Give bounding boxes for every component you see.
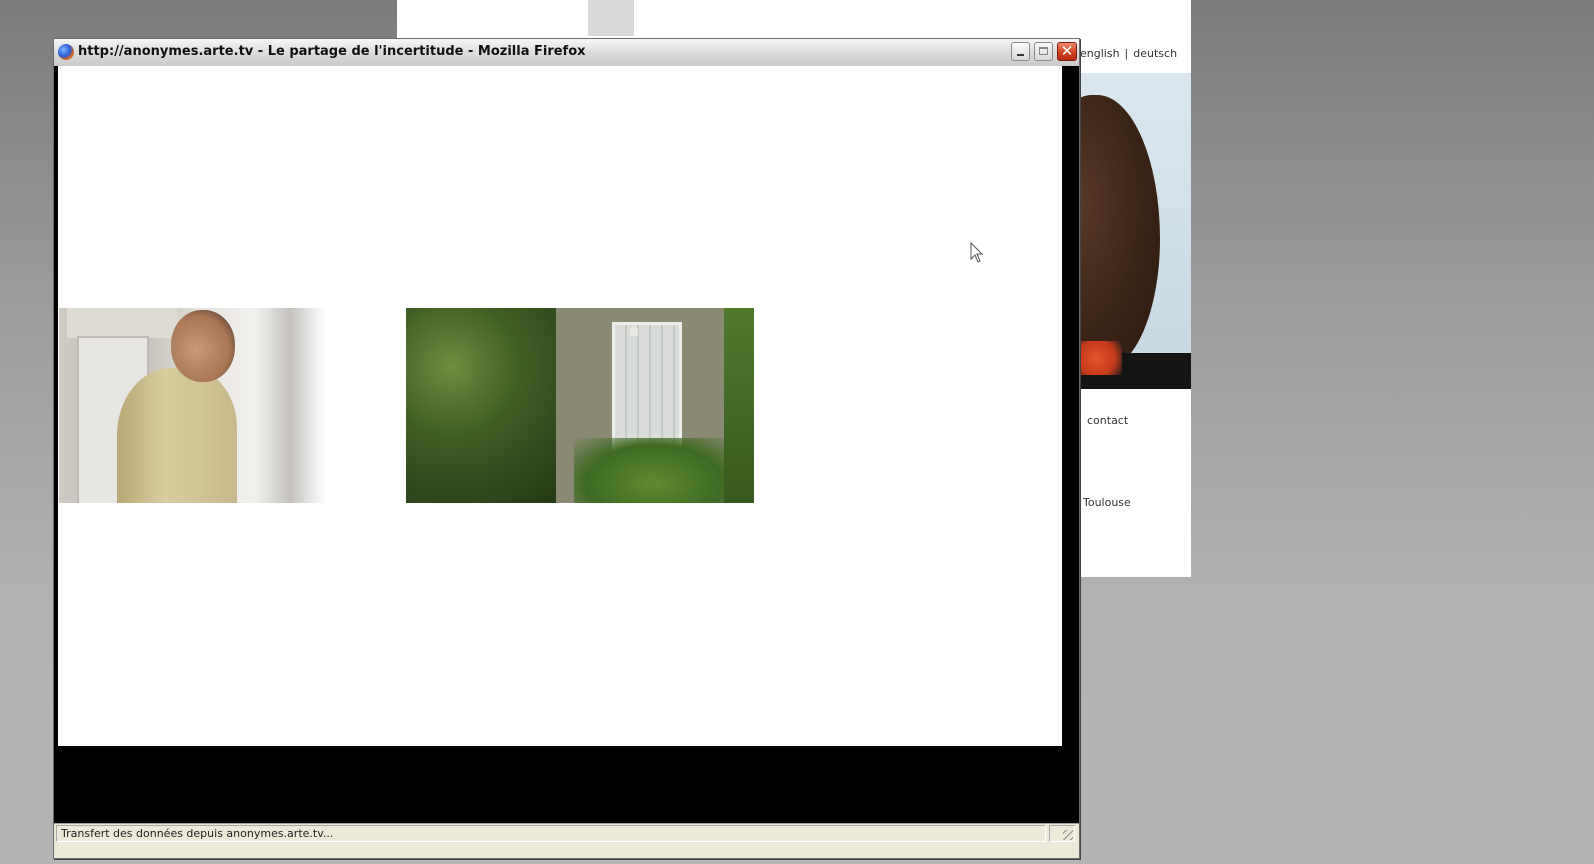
thumb-ivy	[574, 438, 734, 503]
thumb-doorframe	[67, 308, 177, 338]
thumb-man-body	[117, 368, 237, 503]
portrait-scarf	[1080, 341, 1122, 375]
status-bar: Transfert des données depuis anonymes.ar…	[54, 823, 1079, 844]
language-switcher: english | deutsch	[1080, 47, 1177, 60]
maximize-button[interactable]	[1034, 42, 1053, 61]
background-portrait-photo	[1080, 73, 1191, 389]
background-header-block	[588, 0, 634, 36]
window-titlebar[interactable]: http://anonymes.arte.tv - Le partage de …	[54, 39, 1079, 67]
thumbnail-house-window-garden[interactable]	[406, 308, 754, 503]
page-content-area	[58, 66, 1062, 746]
lang-english-link[interactable]: english	[1080, 47, 1120, 60]
thumb-trees	[406, 308, 556, 503]
maximize-icon	[1039, 47, 1048, 55]
thumb-man-head	[171, 310, 235, 382]
firefox-popup-window: http://anonymes.arte.tv - Le partage de …	[53, 38, 1080, 859]
status-pane	[1049, 825, 1075, 842]
minimize-button[interactable]	[1011, 42, 1030, 61]
portrait-hair	[1080, 95, 1160, 370]
contact-link[interactable]: contact	[1087, 414, 1128, 427]
minimize-icon	[1017, 54, 1024, 56]
thumbnail-man-in-hallway[interactable]	[59, 308, 403, 503]
lang-deutsch-link[interactable]: deutsch	[1133, 47, 1177, 60]
thumb-lamp	[630, 326, 638, 336]
close-button[interactable]: ✕	[1057, 42, 1077, 61]
resize-grip-icon[interactable]	[1063, 830, 1073, 840]
close-icon: ✕	[1060, 42, 1074, 60]
thumb-ivy-right	[724, 308, 754, 503]
lang-separator: |	[1124, 47, 1129, 60]
letterbox-right-edge	[1062, 66, 1079, 823]
firefox-logo-icon	[58, 44, 74, 60]
status-text: Transfert des données depuis anonymes.ar…	[56, 825, 1046, 842]
window-title: http://anonymes.arte.tv - Le partage de …	[78, 44, 586, 59]
city-label: Toulouse	[1083, 496, 1131, 509]
thumb-shadow	[255, 308, 325, 503]
